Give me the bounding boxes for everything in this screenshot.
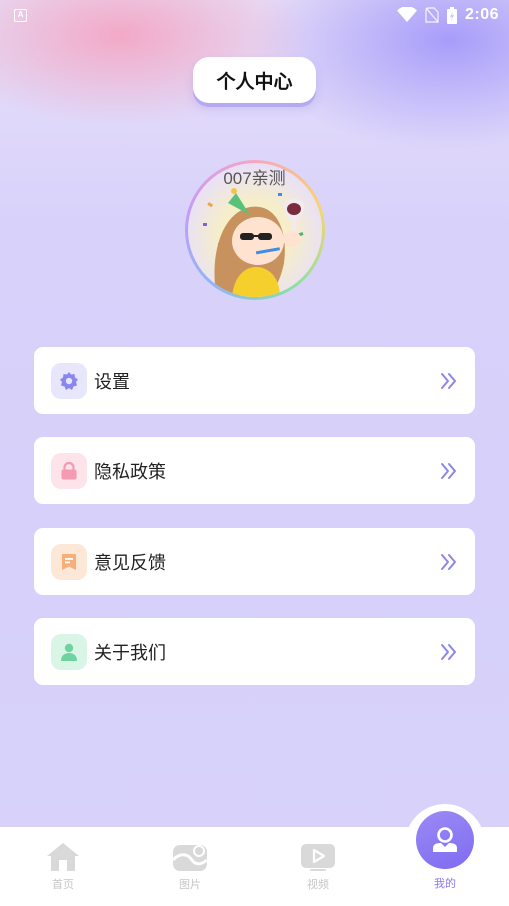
lock-icon [61, 461, 77, 479]
video-icon [301, 844, 335, 871]
menu-item-label: 设置 [94, 371, 130, 392]
menu-item-label: 关于我们 [94, 642, 166, 663]
settings-icon-box [51, 362, 87, 399]
status-bar: A 2:06 [0, 0, 509, 30]
menu-item-privacy-policy[interactable]: 隐私政策 [34, 437, 475, 504]
no-sim-icon [425, 7, 439, 23]
a-notification-icon: A [14, 8, 27, 22]
tab-images[interactable]: 图片 [150, 827, 230, 906]
double-chevron-right-icon [441, 462, 456, 479]
double-chevron-right-icon [441, 643, 456, 660]
status-time: 2:06 [464, 6, 499, 23]
feedback-icon [62, 553, 76, 570]
menu-item-feedback[interactable]: 意见反馈 [34, 528, 475, 595]
tab-label: 图片 [179, 879, 201, 891]
menu-item-label: 隐私政策 [94, 461, 166, 482]
menu-item-about-us[interactable]: 关于我们 [34, 618, 475, 685]
nickname: 007亲测 [223, 169, 286, 188]
menu-item-label: 意见反馈 [94, 552, 166, 573]
tab-label: 视频 [307, 879, 329, 891]
tab-home[interactable]: 首页 [23, 827, 103, 906]
feedback-icon-box [51, 543, 87, 580]
person-icon [61, 643, 77, 661]
tab-mine[interactable]: 我的 [405, 827, 485, 906]
double-chevron-right-icon [441, 553, 456, 570]
menu-item-settings[interactable]: 设置 [34, 347, 475, 414]
wifi-icon [396, 7, 417, 22]
battery-charging-icon [446, 6, 457, 24]
page-title-text: 个人中心 [216, 71, 293, 93]
tab-label: 首页 [52, 879, 74, 891]
page-title: 个人中心 [193, 57, 316, 103]
tab-videos[interactable]: 视频 [278, 827, 358, 906]
image-icon [172, 845, 208, 871]
about-icon-box [51, 633, 87, 670]
home-icon [47, 843, 79, 871]
gear-icon [60, 371, 78, 390]
tab-label: 我的 [434, 878, 456, 890]
privacy-icon-box [51, 452, 87, 489]
double-chevron-right-icon [441, 372, 456, 389]
